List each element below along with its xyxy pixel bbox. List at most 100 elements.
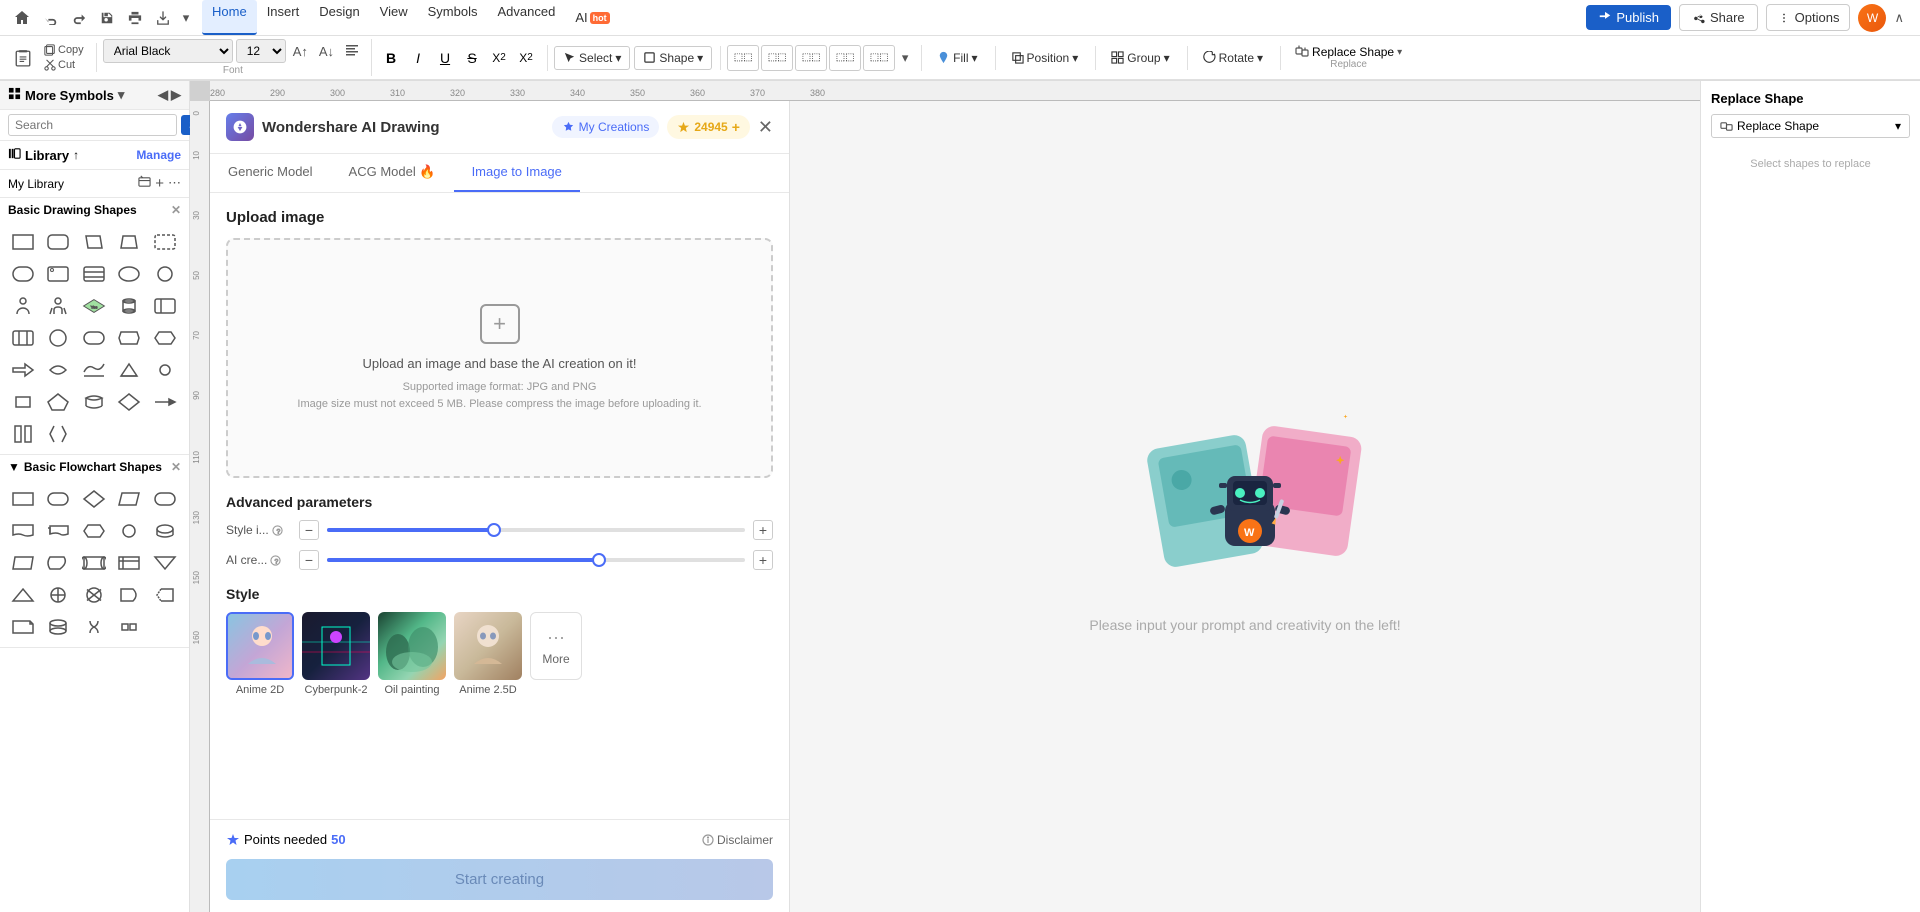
upload-plus-btn[interactable]: +	[480, 304, 520, 344]
undo-btn[interactable]	[38, 5, 64, 31]
fc-display[interactable]	[43, 549, 73, 577]
fc-merge[interactable]	[150, 549, 180, 577]
group-btn[interactable]: Group ▾	[1102, 46, 1178, 70]
superscript-btn[interactable]: X2	[513, 45, 539, 71]
copy-btn[interactable]: Copy	[40, 43, 88, 57]
shape-wave[interactable]	[79, 356, 109, 384]
new-folder-btn[interactable]	[138, 175, 151, 192]
shape-stadium[interactable]	[79, 324, 109, 352]
my-creations-btn[interactable]: My Creations	[552, 116, 660, 138]
expand-spacing[interactable]: ▾	[897, 45, 913, 71]
fc-note[interactable]	[8, 613, 38, 641]
shape-circle2[interactable]	[43, 324, 73, 352]
shape-trapezoid[interactable]	[114, 228, 144, 256]
save-btn[interactable]	[94, 5, 120, 31]
more-symbols-dropdown[interactable]: ▾	[118, 87, 125, 103]
font-size-increase[interactable]: A↑	[289, 42, 312, 61]
print-btn[interactable]	[122, 5, 148, 31]
shape-dashed-rect[interactable]	[150, 228, 180, 256]
fc-multi-doc[interactable]	[43, 517, 73, 545]
shape-person2[interactable]	[43, 292, 73, 320]
shape-person[interactable]	[8, 292, 38, 320]
style-cyberpunk2[interactable]: Cyberpunk-2	[302, 612, 370, 696]
font-size-decrease[interactable]: A↓	[315, 42, 338, 61]
font-name-select[interactable]: Arial Black	[103, 39, 233, 63]
fc-summing[interactable]	[43, 581, 73, 609]
shape-arrow2[interactable]	[43, 356, 73, 384]
fc-disk[interactable]	[150, 517, 180, 545]
shape-custom4[interactable]	[150, 324, 180, 352]
basic-drawing-header[interactable]: Basic Drawing Shapes ✕	[0, 198, 189, 222]
fc-brace[interactable]	[79, 613, 109, 641]
shape-container[interactable]	[43, 260, 73, 288]
fc-data2[interactable]	[43, 613, 73, 641]
tab-generic-model[interactable]: Generic Model	[210, 154, 331, 192]
style-intensity-minus[interactable]: −	[299, 520, 319, 540]
search-input[interactable]	[8, 114, 177, 136]
expand-right-btn[interactable]: ▶	[171, 87, 181, 103]
strikethrough-btn[interactable]: S	[459, 45, 485, 71]
shape-rectangle[interactable]	[8, 228, 38, 256]
italic-btn[interactable]: I	[405, 45, 431, 71]
subscript-btn[interactable]: X2	[486, 45, 512, 71]
underline-btn[interactable]: U	[432, 45, 458, 71]
shape-ellipse[interactable]	[114, 260, 144, 288]
shape-yes-diamond[interactable]: Yes	[79, 292, 109, 320]
fc-data[interactable]	[114, 485, 144, 513]
style-anime2d[interactable]: Anime 2D	[226, 612, 294, 696]
points-add-btn[interactable]: +	[732, 119, 740, 135]
fc-annotation[interactable]	[150, 581, 180, 609]
spacing-btn-1[interactable]: ⬚⬚	[727, 45, 759, 71]
fc-connector[interactable]	[114, 517, 144, 545]
shape-bracket[interactable]	[43, 420, 73, 448]
shape-custom3[interactable]	[114, 324, 144, 352]
paste-btn[interactable]	[8, 47, 38, 69]
spacing-btn-3[interactable]: ⬚⬚	[795, 45, 827, 71]
basic-flowchart-header[interactable]: ▼ Basic Flowchart Shapes ✕	[0, 455, 189, 479]
fc-preparation[interactable]	[79, 517, 109, 545]
shape-arrow1[interactable]	[8, 356, 38, 384]
font-size-select[interactable]: 12	[236, 39, 286, 63]
fc-decision[interactable]	[79, 485, 109, 513]
text-align-btn[interactable]	[341, 41, 363, 62]
shape-parallelogram[interactable]	[79, 228, 109, 256]
share-btn[interactable]: Share	[1679, 4, 1758, 31]
shape-custom7[interactable]	[8, 420, 38, 448]
shape-custom1[interactable]	[150, 292, 180, 320]
more-export-btn[interactable]: ▾	[178, 5, 194, 31]
replace-shape-dropdown[interactable]: Replace Shape ▾	[1711, 114, 1910, 138]
cut-btn[interactable]: Cut	[40, 58, 88, 72]
shape-data-store[interactable]	[79, 388, 109, 416]
start-creating-btn[interactable]: Start creating	[226, 859, 773, 900]
user-avatar[interactable]: W	[1858, 4, 1886, 32]
ai-creativity-minus[interactable]: −	[299, 550, 319, 570]
fc-custom[interactable]	[114, 613, 144, 641]
fc-manual[interactable]	[8, 549, 38, 577]
more-library-btn[interactable]: ⋯	[168, 175, 181, 192]
shape-line-arrow[interactable]	[150, 388, 180, 416]
fc-document[interactable]	[8, 517, 38, 545]
upload-area[interactable]: + Upload an image and base the AI creati…	[226, 238, 773, 478]
library-sort-icon[interactable]: ↑	[73, 148, 79, 162]
fc-or[interactable]	[79, 581, 109, 609]
shape-rounded-rect[interactable]	[43, 228, 73, 256]
publish-btn[interactable]: Publish	[1586, 5, 1671, 30]
bold-btn[interactable]: B	[378, 45, 404, 71]
shape-diamond[interactable]	[114, 388, 144, 416]
fill-btn[interactable]: Fill ▾	[928, 46, 986, 70]
replace-shape-btn[interactable]: Replace Shape	[1312, 45, 1394, 59]
select-btn[interactable]: Select ▾	[554, 46, 630, 70]
style-intensity-plus[interactable]: +	[753, 520, 773, 540]
shape-custom6[interactable]	[43, 388, 73, 416]
close-flowchart-icon[interactable]: ✕	[171, 460, 181, 474]
export-btn[interactable]	[150, 5, 176, 31]
more-styles-btn[interactable]: ··· More	[530, 612, 582, 680]
fc-process[interactable]	[8, 485, 38, 513]
close-ai-btn[interactable]: ✕	[758, 117, 773, 138]
menu-design[interactable]: Design	[309, 0, 369, 35]
menu-home[interactable]: Home	[202, 0, 257, 35]
shape-rect-small[interactable]	[8, 388, 38, 416]
redo-btn[interactable]	[66, 5, 92, 31]
options-btn[interactable]: Options	[1766, 4, 1851, 31]
fc-internal-storage[interactable]	[114, 549, 144, 577]
